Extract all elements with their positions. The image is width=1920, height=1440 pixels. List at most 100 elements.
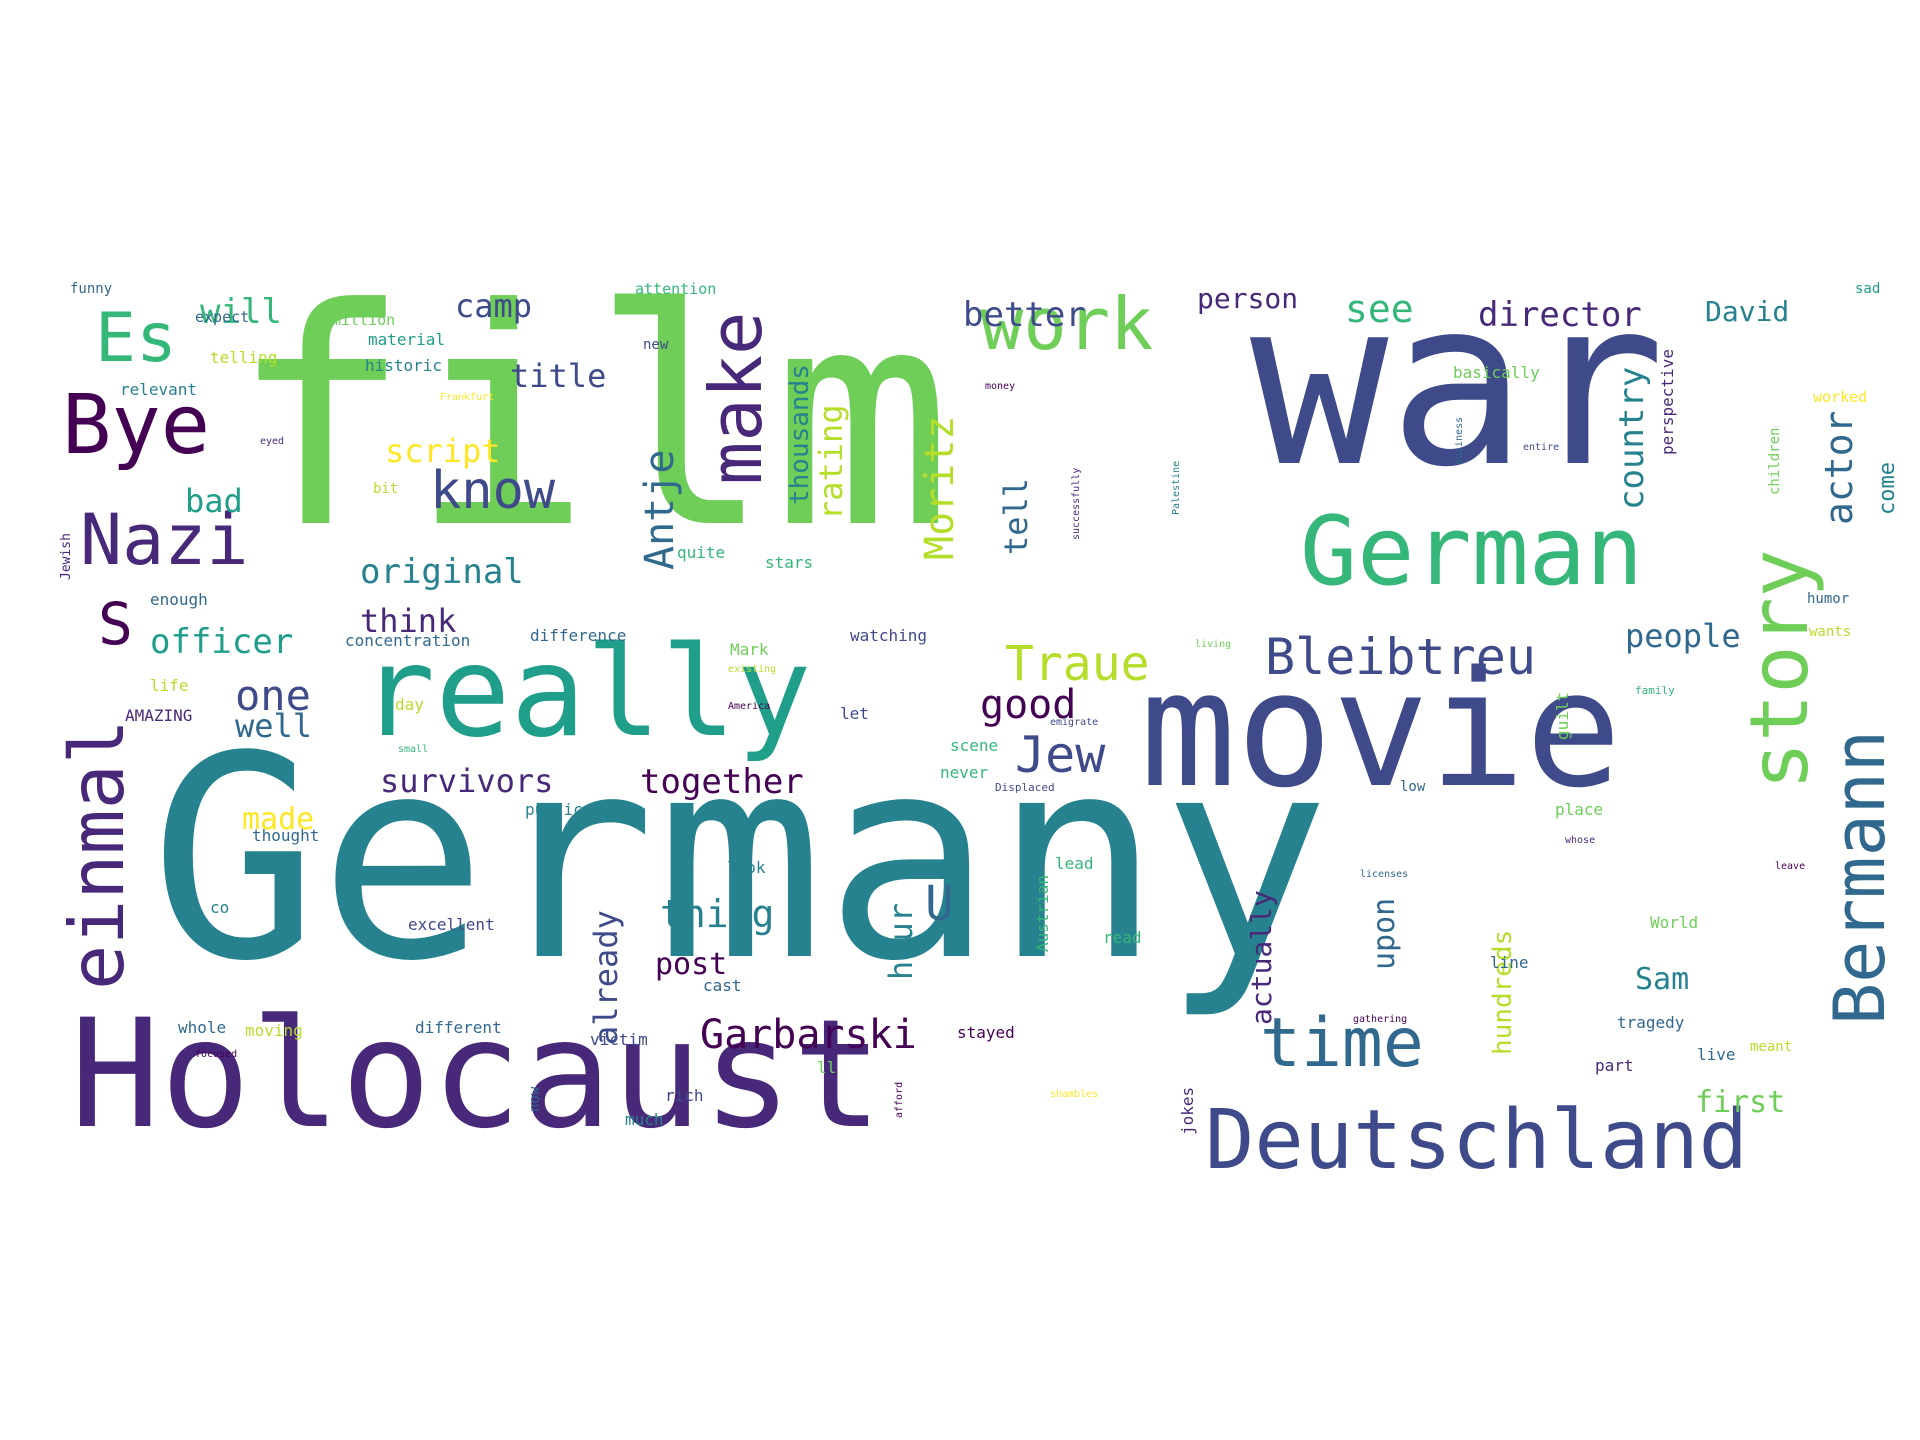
word-well: well: [235, 707, 313, 745]
word-million: million: [332, 311, 396, 329]
word-excellent: excellent: [408, 915, 495, 934]
word-family: family: [1635, 684, 1675, 697]
word-stayed: stayed: [957, 1023, 1015, 1042]
word-watching: watching: [850, 626, 928, 645]
word-worked: worked: [1813, 388, 1868, 406]
word-cast: cast: [703, 976, 742, 995]
word-einmal: einmal: [53, 719, 141, 990]
word-difference: difference: [530, 626, 627, 645]
word-people: people: [1625, 617, 1741, 655]
word-thousands: thousands: [785, 364, 815, 505]
word-world: World: [1650, 913, 1699, 932]
word-hundreds: hundreds: [1488, 929, 1518, 1055]
word-u: U: [925, 876, 954, 932]
word-entire: entire: [1523, 442, 1560, 453]
word-moving: moving: [245, 1021, 303, 1040]
word-deutschland: Deutschland: [1205, 1093, 1749, 1188]
word-whose: whose: [1565, 835, 1596, 846]
word-attention: attention: [635, 280, 717, 298]
word-different: different: [415, 1018, 502, 1037]
word-never: never: [940, 763, 989, 782]
word-bermann: Bermann: [1819, 729, 1901, 1025]
word-s: S: [98, 590, 133, 658]
word-now: now: [527, 1086, 543, 1112]
word-enough: enough: [150, 590, 208, 609]
word-basically: basically: [1453, 363, 1540, 382]
word-jew: Jew: [1015, 726, 1106, 784]
word-traue: Traue: [1005, 636, 1150, 692]
word-antje: Antje: [637, 449, 683, 570]
word-first: first: [1695, 1085, 1786, 1120]
word-upon: upon: [1367, 897, 1402, 970]
word-line: line: [1490, 953, 1529, 972]
word-title: title: [510, 357, 607, 395]
word-together: together: [640, 762, 804, 802]
word-tragedy: tragedy: [1617, 1013, 1685, 1032]
word-live: live: [1697, 1045, 1736, 1064]
word-concentration: concentration: [345, 631, 471, 650]
word-better: better: [963, 295, 1086, 335]
word-original: original: [360, 552, 524, 592]
word-amazing: AMAZING: [125, 706, 193, 725]
word-gathering: gathering: [1353, 1014, 1408, 1025]
word-hour: hour: [882, 902, 920, 980]
word-jokes: jokes: [1178, 1086, 1197, 1135]
word-sad: sad: [1855, 281, 1881, 297]
word-make: make: [694, 311, 778, 485]
word-guilt: guilt: [1553, 691, 1572, 740]
word-co: co: [210, 898, 230, 917]
word-wants: wants: [1809, 624, 1852, 640]
word-place: place: [1555, 800, 1604, 819]
word-much: much: [625, 1110, 664, 1129]
word-david: David: [1705, 295, 1790, 328]
word-come: come: [1875, 462, 1900, 515]
word-licenses: licenses: [1360, 869, 1409, 880]
word-money: money: [985, 381, 1016, 392]
word-historic: historic: [365, 356, 443, 375]
word-low: low: [1400, 779, 1426, 795]
word-scene: scene: [950, 736, 999, 755]
word-part: part: [1595, 1056, 1634, 1075]
word-business: business: [1454, 416, 1465, 465]
word-successfully: successfully: [1071, 467, 1082, 540]
word-bleibtreu: Bleibtreu: [1265, 628, 1536, 686]
word-survivors: survivors: [380, 762, 554, 800]
word-rating: rating: [812, 404, 850, 520]
word-telling: telling: [210, 348, 278, 367]
word-day: day: [395, 695, 424, 714]
word-read: read: [1103, 928, 1142, 947]
word-perspective: perspective: [1658, 349, 1677, 455]
word-eyed: eyed: [260, 436, 285, 447]
word-tell: tell: [997, 477, 1035, 555]
word-bit: bit: [373, 481, 399, 497]
word-expect: expect: [195, 308, 250, 326]
word-whole: whole: [178, 1018, 227, 1037]
word-know: know: [430, 461, 556, 521]
word-rich: rich: [665, 1086, 704, 1105]
word-emigrate: emigrate: [1050, 717, 1099, 728]
word-ll: ll: [817, 1058, 837, 1077]
word-story: story: [1733, 549, 1826, 790]
word-new: new: [643, 337, 669, 353]
word-austrian: Austrian: [1033, 874, 1052, 952]
word-meant: meant: [1750, 1039, 1793, 1055]
word-german: German: [1300, 497, 1644, 607]
word-moritz: Moritz: [917, 415, 963, 561]
word-frankfurt: Frankfurt: [440, 392, 495, 403]
word-look: look: [727, 858, 766, 877]
word-displaced: Displaced: [995, 781, 1055, 794]
word-victim: victim: [590, 1030, 648, 1049]
word-small: small: [398, 744, 429, 755]
word-cloud: Germany film war movie Holocaust really German…: [0, 0, 1920, 1440]
word-let: let: [840, 704, 869, 723]
word-living: living: [1195, 639, 1232, 650]
word-jewish: Jewish: [59, 533, 74, 580]
word-quite: quite: [677, 543, 726, 562]
word-actually: actually: [1245, 890, 1278, 1025]
word-public: public: [525, 800, 583, 819]
word-country: country: [1612, 366, 1652, 510]
word-lead: lead: [1055, 854, 1094, 873]
word-palestine: Palestine: [1171, 460, 1182, 515]
word-garbarski: Garbarski: [700, 1012, 917, 1058]
word-director: director: [1478, 295, 1642, 335]
